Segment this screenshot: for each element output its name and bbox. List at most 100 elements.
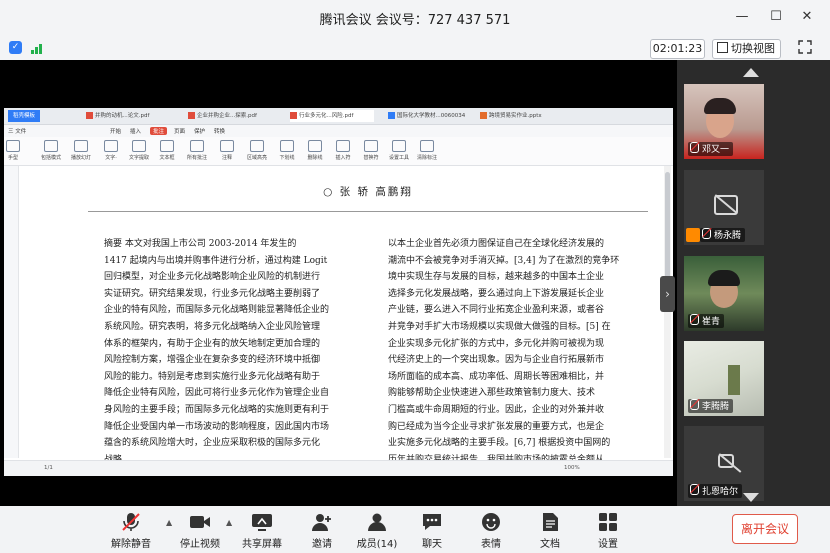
menu-item[interactable]: 开始 xyxy=(110,127,121,135)
chat-button[interactable]: 聊天 xyxy=(404,512,460,550)
ribbon-button[interactable]: 手型 xyxy=(4,140,30,161)
ribbon-button[interactable]: 区域高亮 xyxy=(240,140,274,161)
text-line: 风险控制方案，增强企业在复杂多变的经济环境中抵御 xyxy=(104,355,321,366)
zoom-level[interactable]: 100% xyxy=(564,465,580,471)
ppt-icon xyxy=(480,112,487,119)
switch-view-button[interactable]: 切换视图 xyxy=(712,39,781,59)
settings-button[interactable]: 设置 xyxy=(580,512,636,550)
meeting-timer: 02:01:23 xyxy=(650,39,705,59)
collapse-panel-icon[interactable]: › xyxy=(660,276,675,312)
share-screen-icon xyxy=(252,514,272,531)
minimize-icon[interactable]: — xyxy=(731,6,753,28)
viewer-tab[interactable]: 跨境贸易实作业.pptx xyxy=(480,110,568,122)
mic-muted-icon xyxy=(702,228,711,239)
text-line: 蕴含的系统风险增大时，企业应采取积极的国际多元化 xyxy=(104,438,321,449)
invite-button[interactable]: 邀请 xyxy=(294,512,350,550)
documents-button[interactable]: 文档 xyxy=(522,512,578,550)
participant-label: 崔青 xyxy=(688,314,725,328)
menu-item[interactable]: 插入 xyxy=(130,127,141,135)
ribbon-button[interactable]: 包括模式 xyxy=(34,140,68,161)
participant-label: 李腾腾 xyxy=(688,399,734,413)
participant-video-tile[interactable]: 崔青 xyxy=(684,256,764,331)
add-person-icon xyxy=(312,514,331,531)
text-line: 企业实现多元化扩张的方式中，多元化并购可被视为现 xyxy=(388,338,605,349)
unmute-button[interactable]: 解除静音 xyxy=(103,512,159,550)
text-line: 门槛高或牛命周期短的行业。因此，企业的对外兼并收 xyxy=(388,404,605,415)
ribbon-button[interactable]: 播放幻灯 xyxy=(64,140,98,161)
text-line: 场所面临的成本高、成功率低、周期长等困难相比，并 xyxy=(388,371,605,382)
page-indicator[interactable]: 1/1 xyxy=(44,465,53,471)
text-line: 风险的能力。特别是考虑到实施行业多元化战略有助于 xyxy=(104,371,321,382)
participant-label: 邓又一 xyxy=(688,142,734,156)
text-line: 购能够帮助企业快速进入那些政策管制力度大、技术 xyxy=(388,388,596,399)
close-icon[interactable]: ✕ xyxy=(796,6,818,28)
mic-off-icon xyxy=(122,513,140,531)
participant-video-tile[interactable]: 李腾腾 xyxy=(684,341,764,416)
text-line: 产业链，要么进入不同行业拓宽企业盈利来源，或者谷 xyxy=(388,305,605,316)
text-line: 并竞争对手扩大市场规模以实现做大做强的目标。[5] 在 xyxy=(388,321,611,332)
menu-item[interactable]: 页面 xyxy=(174,127,185,135)
pdf-icon xyxy=(86,112,93,119)
viewer-tab[interactable]: 企业并购企业...探索.pdf xyxy=(188,110,268,122)
pdf-icon xyxy=(290,112,297,119)
emoji-button[interactable]: 表情 xyxy=(463,512,519,550)
ribbon-button[interactable]: 注释 xyxy=(210,140,244,161)
signal-strength-icon xyxy=(31,42,45,54)
security-shield-icon[interactable]: ✓ xyxy=(9,41,22,54)
camera-off-icon xyxy=(718,454,734,468)
menu-item-active[interactable]: 批注 xyxy=(150,127,168,135)
viewer-menu-bar: 三 文件 开始 插入 批注 页面 保护 转换 xyxy=(4,125,673,137)
leave-meeting-button[interactable]: 离开会议 xyxy=(732,514,798,544)
pdf-icon xyxy=(188,112,195,119)
viewer-tab[interactable]: 稻壳模板 xyxy=(8,110,40,122)
text-line: 1417 起境内与出境并购事件进行分析，通过构建 Logit xyxy=(104,255,328,266)
participant-label: 杨永腾 xyxy=(700,228,746,242)
viewer-ribbon: 手型 包括模式 播放幻灯 文字· 文字提取 文本框 所有批注 注释 区域高亮 下… xyxy=(4,137,673,166)
text-line: 回归模型，对企业多元化战略影响企业风险的机制进行 xyxy=(104,272,321,283)
viewer-tab[interactable]: 并购的动机...论文.pdf xyxy=(86,110,166,122)
scroll-up-icon[interactable] xyxy=(743,68,759,77)
menu-item[interactable]: 转换 xyxy=(214,127,225,135)
ribbon-button[interactable]: 文本框 xyxy=(150,140,184,161)
left-column: 摘要 本文对我国上市公司 2003-2014 年发生的 1417 起境内与出境并… xyxy=(104,236,366,468)
fullscreen-icon[interactable] xyxy=(798,40,812,54)
maximize-icon[interactable]: ☐ xyxy=(765,6,787,28)
viewer-tab[interactable]: 国际化大学教材...0060034 xyxy=(388,110,468,122)
text-line: 降低企业特有风险，因此可将行业多元化作为管理企业自 xyxy=(104,388,330,399)
video-options-caret-icon[interactable]: ▲ xyxy=(226,518,232,527)
paper-authors: ○ 张 轿 高鹏翔 xyxy=(323,186,413,198)
text-line: 实证研究。研究结果发现，行业多元化战略主要削弱了 xyxy=(104,288,321,299)
viewer-scrollbar[interactable] xyxy=(664,166,671,458)
menu-item[interactable]: 三 文件 xyxy=(8,127,26,135)
members-button[interactable]: 成员(14) xyxy=(349,512,405,550)
share-screen-button[interactable]: 共享屏幕 xyxy=(234,512,290,550)
participant-label-row: 杨永腾 xyxy=(700,228,764,245)
viewer-status-bar: 1/1 100% xyxy=(4,460,673,476)
text-line: 企业的特有风险，而国际多元化战略则能显著降低企业的 xyxy=(104,305,330,316)
meeting-info-bar xyxy=(0,36,830,60)
header-rule xyxy=(88,211,648,212)
menu-item[interactable]: 保护 xyxy=(194,127,205,135)
text-line: 境中实现生存与发展的目标，越来越多的中国本土企业 xyxy=(388,272,605,283)
text-line: 业实施多元化战略的主要手段。[6,7] 根据投资中国网的 xyxy=(388,438,611,449)
text-line: 身风险的主要手段；而国际多元化战略的实施则更有利于 xyxy=(104,404,330,415)
grid-view-icon xyxy=(717,42,728,53)
mic-muted-icon xyxy=(690,142,699,153)
video-camera-icon xyxy=(190,516,210,528)
ribbon-button[interactable]: 所有批注 xyxy=(180,140,214,161)
mic-muted-icon xyxy=(690,484,699,495)
text-line: 降低企业受国内单一市场波动的影响程度，因此国内市场 xyxy=(104,421,330,432)
ribbon-button[interactable]: 清除标注 xyxy=(410,140,444,161)
stop-video-button[interactable]: 停止视频 xyxy=(172,512,228,550)
host-icon xyxy=(686,228,700,242)
text-line: 潮流中不会被竞争对手消灭掉。[3,4] 为了在激烈的竞争环 xyxy=(388,255,620,266)
window-title: 腾讯会议 会议号：727 437 571 xyxy=(319,13,511,28)
text-line: 摘要 本文对我国上市公司 2003-2014 年发生的 xyxy=(104,239,297,249)
text-line: 选择多元化发展战略，要么通过向上下游发展延长企业 xyxy=(388,288,605,299)
participant-video-tile[interactable]: 邓又一 xyxy=(684,84,764,159)
participant-video-tile[interactable]: 扎恩哈尔 xyxy=(684,426,764,501)
text-line: 购已经成为当今企业寻求扩张发展的重要方式，也是企 xyxy=(388,421,605,432)
switch-view-label: 切换视图 xyxy=(731,42,775,55)
scroll-down-icon[interactable] xyxy=(743,493,759,502)
viewer-tab-active[interactable]: 行业多元化...风险.pdf xyxy=(290,110,374,122)
